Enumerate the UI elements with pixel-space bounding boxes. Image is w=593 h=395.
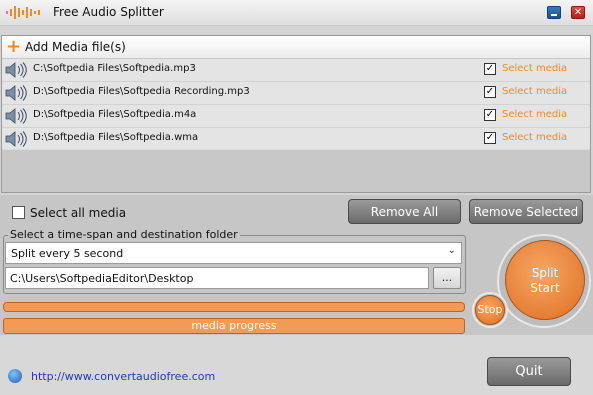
media-row[interactable]: D:\Softpedia Files\Softpedia.wma ✓ Selec… — [2, 128, 590, 151]
select-all-checkbox[interactable] — [12, 206, 25, 219]
add-media-label: Add Media file(s) — [25, 40, 126, 54]
browse-button[interactable]: ... — [433, 267, 461, 289]
close-button[interactable]: ✕ — [571, 6, 585, 19]
media-checkbox[interactable]: ✓ — [484, 109, 496, 121]
media-list: C:\Softpedia Files\Softpedia.mp3 ✓ Selec… — [2, 59, 590, 151]
media-row[interactable]: D:\Softpedia Files\Softpedia.m4a ✓ Selec… — [2, 105, 590, 128]
destination-folder-input[interactable] — [5, 267, 429, 289]
quit-button[interactable]: Quit — [487, 357, 571, 386]
title-bar: Free Audio Splitter ✕ — [0, 0, 593, 26]
split-start-button[interactable]: Split Start — [505, 240, 585, 320]
window-title: Free Audio Splitter — [53, 5, 164, 19]
split-mode-value: Split every 5 second — [11, 247, 124, 260]
speaker-icon — [5, 62, 27, 78]
audio-waveform-icon — [6, 6, 40, 19]
select-all-label: Select all media — [30, 206, 127, 220]
media-file-path: D:\Softpedia Files\Softpedia Recording.m… — [33, 86, 250, 97]
media-checkbox[interactable]: ✓ — [484, 86, 496, 98]
globe-icon — [8, 369, 22, 383]
media-file-path: D:\Softpedia Files\Softpedia.m4a — [33, 109, 197, 120]
destination-group-label: Select a time-span and destination folde… — [8, 228, 240, 241]
media-checkbox[interactable]: ✓ — [484, 132, 496, 144]
media-row[interactable]: C:\Softpedia Files\Softpedia.mp3 ✓ Selec… — [2, 59, 590, 82]
select-media-link[interactable]: Select media — [502, 86, 567, 97]
file-progress-bar — [3, 302, 465, 312]
select-media-link[interactable]: Select media — [502, 132, 567, 143]
select-media-link[interactable]: Select media — [502, 63, 567, 74]
media-checkbox[interactable]: ✓ — [484, 63, 496, 75]
media-row[interactable]: D:\Softpedia Files\Softpedia Recording.m… — [2, 82, 590, 105]
stop-button[interactable]: Stop — [475, 295, 505, 325]
split-mode-dropdown[interactable]: Split every 5 second ⌄ — [5, 242, 462, 264]
chevron-down-icon: ⌄ — [447, 245, 456, 256]
add-media-button[interactable]: + Add Media file(s) — [2, 36, 590, 59]
remove-all-button[interactable]: Remove All — [348, 199, 461, 224]
speaker-icon — [5, 131, 27, 147]
website-link[interactable]: http://www.convertaudiofree.com — [31, 370, 215, 383]
speaker-icon — [5, 108, 27, 124]
media-list-empty-area — [2, 150, 590, 192]
speaker-icon — [5, 85, 27, 101]
minimize-button[interactable] — [547, 6, 561, 19]
media-file-path: C:\Softpedia Files\Softpedia.mp3 — [33, 63, 196, 74]
media-file-path: D:\Softpedia Files\Softpedia.wma — [33, 132, 199, 143]
remove-selected-button[interactable]: Remove Selected — [469, 199, 583, 224]
plus-icon: + — [6, 36, 22, 57]
select-media-link[interactable]: Select media — [502, 109, 567, 120]
media-progress-bar: media progress — [3, 318, 465, 334]
media-list-panel: + Add Media file(s) C:\Softpedia Files\S… — [1, 35, 591, 193]
start-label: Start — [530, 281, 560, 295]
split-label: Split — [531, 266, 559, 280]
